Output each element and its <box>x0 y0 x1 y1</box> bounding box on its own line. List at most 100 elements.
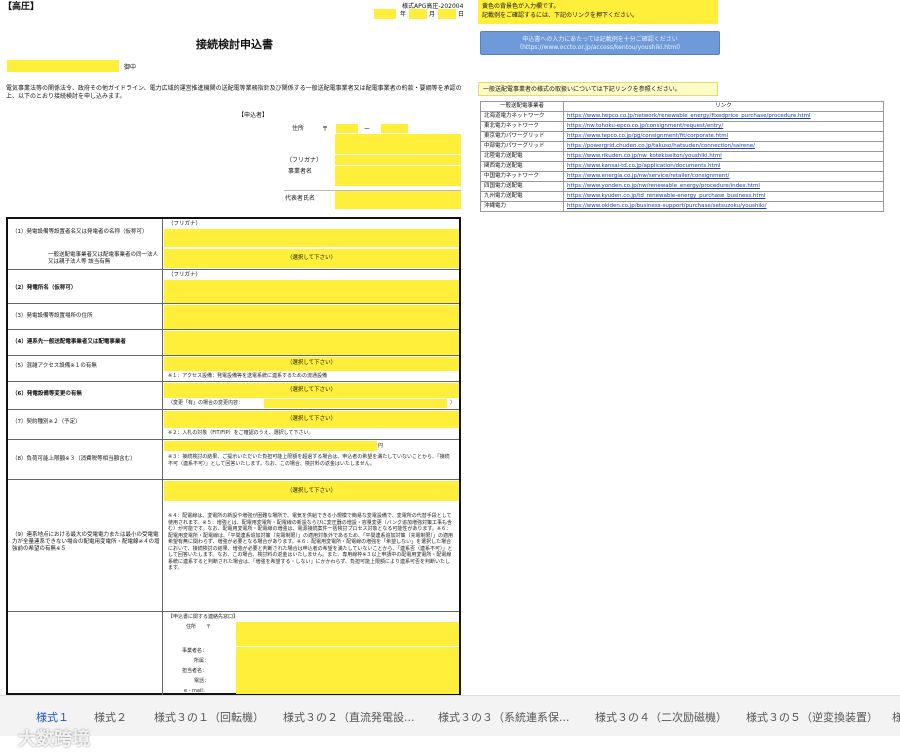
form-row-7-label: （7）契約種別※２（予定） <box>12 419 81 425</box>
operator-name: 東京電力パワーグリッド <box>480 131 564 142</box>
r7-select-text: （選択して下さい） <box>286 416 337 422</box>
form-row-2-label: （2）発電所名（仮称可） <box>12 285 77 291</box>
example-link-button[interactable]: 申込書への入力にあたっては記載例を十分ご確認ください （https://www.… <box>480 31 720 55</box>
contact-details-input[interactable] <box>236 647 459 694</box>
form-row-7-label-cell: （7）契約種別※２（予定） <box>8 410 163 440</box>
date-year-input[interactable] <box>374 9 396 19</box>
form-row-5: （5）混雑アクセス設備※１の有無 （選択して下さい） ※１：アクセス設備：発電設… <box>8 355 459 382</box>
r7-contract-select[interactable]: （選択して下さい） <box>164 411 459 428</box>
r1-affiliation-select[interactable]: （選択して下さい） <box>164 249 459 268</box>
operator-link[interactable]: https://www.tepco.co.jp/pg/consignment/f… <box>563 131 884 142</box>
date-day-input[interactable] <box>438 9 456 19</box>
addressee-input[interactable] <box>7 60 119 72</box>
r8-cost-limit-input[interactable] <box>164 441 377 451</box>
r3-site-address-input[interactable] <box>164 305 459 329</box>
tab-sheet-3-3[interactable]: 様式３の３（系統連系保... <box>438 709 570 725</box>
r5-access-select[interactable]: （選択して下さい） <box>164 357 459 371</box>
form-row-6-value: （選択して下さい） （変更「有」の場合の変更内容： ） <box>164 382 459 410</box>
operator-link[interactable]: https://www.energia.co.jp/nw/service/ret… <box>563 171 884 182</box>
hv-label: 【高圧】 <box>3 2 40 12</box>
contact-email-label: e - mail： <box>184 688 208 694</box>
form-row-7: （7）契約種別※２（予定） （選択して下さい） ※２：入札の対象（FIT/FIP… <box>8 409 459 440</box>
operator-link[interactable]: https://www.rikuden.co.jp/nw_kotekiseito… <box>563 151 884 162</box>
operator-name: 関西電力送配電 <box>480 161 564 172</box>
table-row: 沖縄電力 https://www.okiden.co.jp/business-su… <box>480 201 884 212</box>
form-row-3: （3）発電設備等設置場所の住所 <box>8 303 459 330</box>
form-row-9-label-cell: （9）連系地点における最大の受電電力または最小の受電電力が全量連系できない場合の… <box>8 480 163 612</box>
operator-link[interactable]: https://www.okiden.co.jp/business-suppor… <box>563 201 884 212</box>
applicant-furigana-input[interactable] <box>335 155 461 165</box>
date-month-label: 月 <box>429 11 436 18</box>
operator-link[interactable]: https://www.yonden.co.jp/nw/renewable_en… <box>563 181 884 192</box>
col-link: リンク <box>563 101 884 112</box>
r9-select-text: （選択して下さい） <box>286 488 337 494</box>
contact-address-label: 住所 <box>186 624 197 630</box>
applicant-section-label: 【申込者】 <box>238 112 269 119</box>
form-row-4-label: （4）連系先一般送配電事業者又は配電事業者 <box>12 339 126 345</box>
r8-note: ※３：接続検討の結果、ご提示いただいた負担可能上限額を超過する場合は、申込者の希… <box>168 454 450 467</box>
date-year-label: 年 <box>400 11 407 18</box>
table-row: 九州電力送配電 https://www.kyuden.co.jp/td_renew… <box>480 191 884 202</box>
r6-note: （変更「有」の場合の変更内容： <box>168 400 244 406</box>
form-row-8: （8）負荷可能上限額※３（消費税等相当額含む） 円 ※３：接続検討の結果、ご提示… <box>8 439 459 480</box>
r4-operator-input[interactable] <box>164 331 459 355</box>
col-company: 一般送配電事業者 <box>480 101 564 112</box>
r1-name-input[interactable] <box>164 229 459 247</box>
operator-link[interactable]: https://www.hepco.co.jp/network/renewabl… <box>563 111 884 122</box>
r6-change-detail-input[interactable] <box>264 399 447 408</box>
applicant-address-input[interactable] <box>335 134 461 154</box>
applicant-rep-label: 代表者氏名 <box>285 195 316 202</box>
r6-change-select[interactable]: （選択して下さい） <box>164 383 459 398</box>
form-row-1-value: （フリガナ） （選択して下さい） <box>164 219 459 269</box>
postal-dash: ー <box>364 126 371 133</box>
applicant-rep-input[interactable] <box>335 191 461 209</box>
addressee-suffix: 御中 <box>124 64 137 71</box>
contact-header: 【申込書に関する連絡先窓口】 <box>168 614 239 620</box>
applicant-company-input[interactable] <box>335 166 461 186</box>
form-row-8-label: （8）負荷可能上限額※３（消費税等相当額含む） <box>12 456 136 462</box>
form-row-4: （4）連系先一般送配電事業者又は配電事業者 <box>8 329 459 356</box>
r2-plant-name-input[interactable] <box>164 280 459 303</box>
r5-select-text: （選択して下さい） <box>286 360 337 366</box>
operator-link[interactable]: https://powergrid.chuden.co.jp/takuso/ha… <box>563 141 884 152</box>
applicant-furigana-label: （フリガナ） <box>286 157 323 164</box>
tab-sheet-1[interactable]: 様式１ <box>36 709 69 725</box>
contact-dept-label: 所属： <box>194 658 210 664</box>
postal-code-1-input[interactable] <box>336 124 358 133</box>
tab-sheet-3-1[interactable]: 様式３の１（回転機） <box>154 709 264 725</box>
operator-name: 東北電力ネットワーク <box>480 121 564 132</box>
contact-address-input[interactable] <box>236 622 459 646</box>
operator-link[interactable]: https://www.kansai-td.co.jp/application/… <box>563 161 884 172</box>
date-month-input[interactable] <box>409 9 427 19</box>
form-row-contact: 【申込書に関する連絡先窓口】 住所 〒 事業者名： 所属： 担当者名： 電話： … <box>8 611 459 696</box>
tab-sheet-3-4[interactable]: 様式３の４（二次励磁機） <box>595 709 727 725</box>
form-row-6-label-cell: （6）発電設備等変更の有無 <box>8 382 163 410</box>
links-caption: 一般送配電事業者の様式の取扱いについては下記リンクを参照ください。 <box>483 86 681 93</box>
r7-note: ※２：入札の対象（FIT/FIP）をご確認のうえ、選択して下さい。 <box>168 430 314 436</box>
tab-sheet-more[interactable]: 様 <box>892 709 900 725</box>
r1-furigana-label: （フリガナ） <box>168 221 202 227</box>
postal-code-2-input[interactable] <box>381 124 408 133</box>
contact-block: 【申込書に関する連絡先窓口】 住所 〒 事業者名： 所属： 担当者名： 電話： … <box>164 612 459 696</box>
form-row-1-label-cell: （1）発電設備等設置者名又は発電者の名称（仮称可） 一般送配電事業者又は配電事業… <box>8 219 163 269</box>
contact-person-label: 担当者名： <box>182 668 208 674</box>
r6-paren: ） <box>449 400 455 406</box>
tab-sheet-3-2[interactable]: 様式３の２（直流発電設... <box>283 709 415 725</box>
table-row: 東北電力ネットワーク https://nw.tohoku-epco.co.jp/c… <box>480 121 884 132</box>
table-row: 四国電力送配電 https://www.yonden.co.jp/nw/renew… <box>480 181 884 192</box>
links-caption-box: 一般送配電事業者の様式の取扱いについては下記リンクを参照ください。 <box>478 82 718 96</box>
contact-tel-label: 電話： <box>194 678 210 684</box>
application-form: （1）発電設備等設置者名又は発電者の名称（仮称可） 一般送配電事業者又は配電事業… <box>6 217 461 696</box>
form-row-2: （2）発電所名（仮称可） （フリガナ） <box>8 269 459 304</box>
operator-link[interactable]: https://www.kyuden.co.jp/td_renewable-en… <box>563 191 884 202</box>
operator-link[interactable]: https://nw.tohoku-epco.co.jp/consignment… <box>563 121 884 132</box>
tab-sheet-2[interactable]: 様式２ <box>94 709 127 725</box>
applicant-address-label: 住所 <box>292 125 305 132</box>
sheet-tab-bar: 様式１ 様式２ 様式３の１（回転機） 様式３の２（直流発電設... 様式３の３（… <box>0 695 900 736</box>
r9-reinforcement-select[interactable]: （選択して下さい） <box>164 481 459 501</box>
form-row-1-sub-label: 一般送配電事業者又は配電事業者の同一法人又は親子法人等 該当有無 <box>48 252 159 265</box>
r6-select-text: （選択して下さい） <box>286 387 337 393</box>
notice-box: 黄色の背景色が入力欄です。 記載例をご確認するには、下記のリンクを押下ください。 <box>478 0 718 24</box>
tab-sheet-3-5[interactable]: 様式３の５（逆変換装置） <box>746 709 878 725</box>
operator-name: 中国電力ネットワーク <box>480 171 564 182</box>
